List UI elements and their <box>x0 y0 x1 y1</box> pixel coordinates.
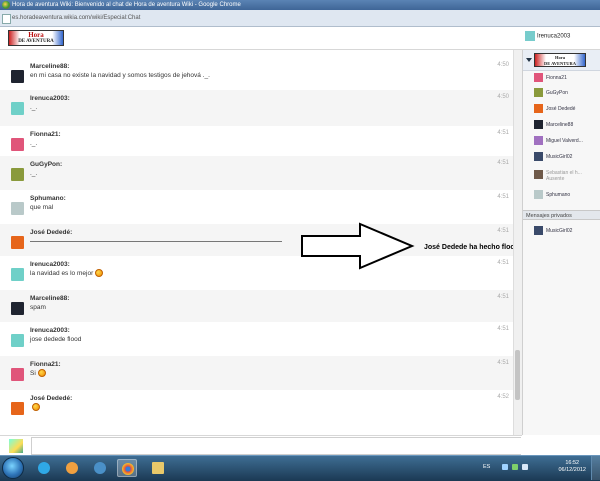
chat-scrollbar[interactable] <box>513 50 522 435</box>
tray-arrow-icon[interactable] <box>502 464 508 470</box>
message-input[interactable] <box>31 437 521 455</box>
sidebar-user-name: Sebastian el h... Ausente <box>546 170 582 182</box>
sidebar-user-name: GuGyPon <box>546 90 568 96</box>
sidebar-user-name: Fionna21 <box>546 75 567 81</box>
skype-taskbar-button[interactable] <box>34 459 54 477</box>
sidebar-user-name: Miguel Valverd... <box>546 138 583 144</box>
sidebar-user-avatar <box>534 152 543 161</box>
collapse-triangle-icon[interactable] <box>526 58 532 62</box>
arrow-shape <box>301 222 415 270</box>
message-input-bar <box>0 435 522 456</box>
clock-date: 06/12/2012 <box>558 467 586 473</box>
start-button[interactable] <box>2 457 24 479</box>
sidebar-user-avatar <box>534 136 543 145</box>
user-list-sidebar: Hora DE AVENTURA Mensajes privados Fionn… <box>522 50 600 435</box>
system-tray: ES 16:52 06/12/2012 <box>480 456 600 480</box>
sidebar-logo-line1: Hora <box>555 55 565 60</box>
my-avatar <box>9 439 23 453</box>
explorer-taskbar-button[interactable] <box>148 459 168 477</box>
network-icon[interactable] <box>512 464 518 470</box>
scrollbar-thumb[interactable] <box>515 350 520 400</box>
sidebar-user-name-text: Fionna21 <box>546 75 567 81</box>
sidebar-user-status: Ausente <box>546 176 565 182</box>
windows-taskbar: ES 16:52 06/12/2012 <box>0 455 600 481</box>
sidebar-user-name-text: José Dededé <box>546 106 576 112</box>
sidebar-user-name-text: Marceline88 <box>546 122 574 128</box>
private-user-name: MusicGirl02 <box>546 228 573 234</box>
annotation-arrow: José Dedede ha hecho flood <box>301 222 519 270</box>
sidebar-wiki-logo: Hora DE AVENTURA <box>534 53 586 67</box>
clock[interactable]: 16:52 06/12/2012 <box>558 460 586 474</box>
sidebar-user-name-text: GuGyPon <box>546 90 568 96</box>
media-player-taskbar-button[interactable] <box>62 459 82 477</box>
sidebar-user-name-text: MusicGirl02 <box>546 154 573 160</box>
skype-icon <box>38 462 50 474</box>
sidebar-user-avatar <box>534 104 543 113</box>
folder-icon <box>152 462 164 474</box>
sidebar-user-avatar <box>534 170 543 179</box>
sidebar-user-name-text: Miguel Valverd... <box>546 138 583 144</box>
sidebar-user-avatar <box>534 120 543 129</box>
chrome-icon <box>122 463 134 475</box>
sidebar-user-avatar <box>534 190 543 199</box>
chrome-taskbar-button[interactable] <box>117 459 137 477</box>
private-messages-header: Mensajes privados <box>523 210 600 220</box>
fish-app-icon <box>94 462 106 474</box>
language-indicator[interactable]: ES <box>483 464 490 470</box>
volume-icon[interactable] <box>522 464 528 470</box>
sidebar-user-name: MusicGirl02 <box>546 154 572 160</box>
media-player-icon <box>66 462 78 474</box>
private-user-avatar <box>534 226 543 235</box>
sidebar-user-name: Sphumano <box>546 192 570 198</box>
sidebar-user-name-text: Sphumano <box>546 192 571 198</box>
clock-time: 16:52 <box>565 460 580 466</box>
sidebar-user-name: Marceline88 <box>546 122 573 128</box>
sidebar-logo-line2: DE AVENTURA <box>543 61 577 66</box>
sidebar-user-avatar <box>534 73 543 82</box>
annotation-text: José Dedede ha hecho flood <box>424 244 519 251</box>
sidebar-user-avatar <box>534 88 543 97</box>
fish-app-taskbar-button[interactable] <box>90 459 110 477</box>
sidebar-header[interactable]: Hora DE AVENTURA <box>523 50 600 71</box>
show-desktop-button[interactable] <box>591 456 600 480</box>
sidebar-user-name: José Dededé <box>546 106 575 112</box>
